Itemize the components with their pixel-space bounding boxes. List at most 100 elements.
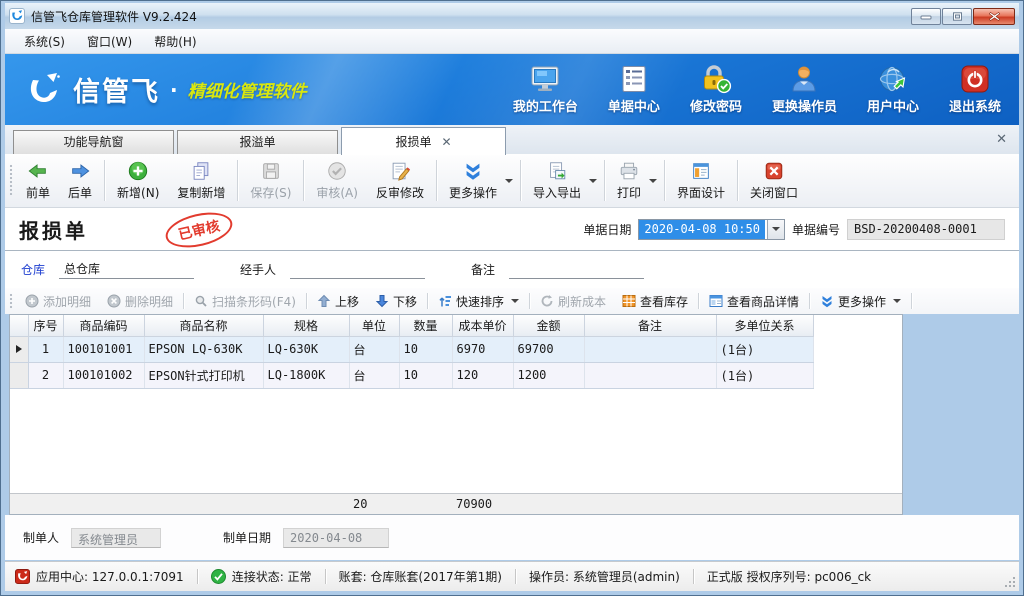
col-header-seq[interactable]: 序号 [28,315,63,336]
detail-toolbar-grip[interactable] [9,293,13,309]
tab-overflow-doc[interactable]: 报溢单 [177,130,338,155]
barcode-scanner-icon [194,294,208,308]
license-status: 正式版 授权序列号: pc006_ck [694,568,884,585]
col-header-product-code[interactable]: 商品编码 [63,315,144,336]
exit-system-button[interactable]: 退出系统 [949,64,1001,115]
doc-date-dropdown-button[interactable] [767,220,784,239]
doc-date-combobox[interactable]: 2020-04-08 10:50 [638,219,785,240]
new-button[interactable]: 新增(N) [108,156,168,205]
cell-product-name[interactable]: EPSON针式打印机 [144,362,263,388]
handler-field[interactable] [290,260,425,279]
row-selector-cell[interactable] [10,336,28,362]
brand-logo: 信管飞 · 精细化管理软件 [23,69,307,111]
remark-field[interactable] [509,260,644,279]
cell-cost-price[interactable]: 120 [452,362,513,388]
copy-new-button[interactable]: 复制新增 [168,156,234,205]
save-button: 保存(S) [241,156,300,205]
next-doc-button[interactable]: 后单 [59,156,101,205]
change-password-button[interactable]: 修改密码 [690,64,742,115]
cell-product-code[interactable]: 100101002 [63,362,144,388]
grid-row[interactable]: 1 100101001 EPSON LQ-630K LQ-630K 台 10 6… [10,336,813,362]
tab-damage-doc[interactable]: 报损单 ✕ [341,127,506,155]
menu-help[interactable]: 帮助(H) [143,30,207,53]
tab-function-nav[interactable]: 功能导航窗 [13,130,174,155]
doc-date-value[interactable]: 2020-04-08 10:50 [639,220,767,239]
cell-qty[interactable]: 10 [399,336,452,362]
cell-product-code[interactable]: 100101001 [63,336,144,362]
warehouse-field[interactable]: 总仓库 [59,260,194,279]
title-bar[interactable]: 信管飞仓库管理软件 V9.2.424 [5,3,1019,29]
scan-barcode-button: 扫描条形码(F4) [186,290,304,312]
toolbar-button-label: 反审修改 [376,184,424,201]
grid-row[interactable]: 2 100101002 EPSON针式打印机 LQ-1800K 台 10 120… [10,362,813,388]
cell-seq[interactable]: 2 [28,362,63,388]
print-button[interactable]: 打印 [608,156,661,205]
menu-system[interactable]: 系统(S) [13,30,76,53]
col-header-qty[interactable]: 数量 [399,315,452,336]
toolbar-grip[interactable] [9,164,13,197]
menu-window[interactable]: 窗口(W) [76,30,143,53]
cell-amount[interactable]: 1200 [513,362,584,388]
cell-amount[interactable]: 69700 [513,336,584,362]
view-product-detail-button[interactable]: 查看商品详情 [701,290,807,312]
toolbar-separator [237,160,238,201]
col-header-spec[interactable]: 规格 [263,315,349,336]
minimize-button[interactable] [911,8,941,25]
cell-spec[interactable]: LQ-630K [263,336,349,362]
switch-operator-button[interactable]: 更换操作员 [772,64,837,115]
form-header: 报损单 已审核 单据日期 2020-04-08 10:50 单据编号 BSD-2… [5,208,1019,251]
detail-more-actions-button[interactable]: 更多操作 [812,290,909,312]
cell-seq[interactable]: 1 [28,336,63,362]
col-header-cost-price[interactable]: 成本单价 [452,315,513,336]
cell-multi-unit[interactable]: (1台) [716,362,813,388]
cell-qty[interactable]: 10 [399,362,452,388]
ui-design-button[interactable]: 界面设计 [668,156,734,205]
cell-cost-price[interactable]: 6970 [452,336,513,362]
maximize-button[interactable] [942,8,972,25]
more-actions-button[interactable]: 更多操作 [440,156,517,205]
cell-product-name[interactable]: EPSON LQ-630K [144,336,263,362]
detail-grid: 序号 商品编码 商品名称 规格 单位 数量 成本单价 金额 备注 多单位关系 1… [9,314,903,515]
cell-remark[interactable] [584,336,716,362]
warehouse-label[interactable]: 仓库 [21,261,45,278]
unaudit-button[interactable]: 反审修改 [367,156,433,205]
cell-multi-unit[interactable]: (1台) [716,336,813,362]
footer-fields: 制单人 系统管理员 制单日期 2020-04-08 [5,515,1019,560]
view-stock-button[interactable]: 查看库存 [614,290,696,312]
move-up-button[interactable]: 上移 [309,290,367,312]
operator-text: 操作员: 系统管理员(admin) [529,568,680,585]
audit-button: 审核(A) [307,156,367,205]
detail-grid-table: 序号 商品编码 商品名称 规格 单位 数量 成本单价 金额 备注 多单位关系 1… [10,315,814,389]
cell-unit[interactable]: 台 [349,336,399,362]
document-center-button[interactable]: 单据中心 [608,64,660,115]
col-header-remark[interactable]: 备注 [584,315,716,336]
col-header-unit[interactable]: 单位 [349,315,399,336]
resize-grip[interactable] [1004,576,1016,588]
cell-spec[interactable]: LQ-1800K [263,362,349,388]
prev-doc-button[interactable]: 前单 [17,156,59,205]
row-selector-cell[interactable] [10,362,28,388]
workbench-monitor-icon [529,64,561,94]
cell-unit[interactable]: 台 [349,362,399,388]
col-header-multi-unit[interactable]: 多单位关系 [716,315,813,336]
my-workbench-button[interactable]: 我的工作台 [513,64,578,115]
tab-close-icon[interactable]: ✕ [441,136,451,148]
cell-remark[interactable] [584,362,716,388]
col-header-amount[interactable]: 金额 [513,315,584,336]
toolbar-button-label: 更多操作 [449,184,497,201]
tabstrip-close-icon[interactable]: ✕ [996,132,1007,147]
quick-sort-button[interactable]: 快速排序 [430,290,527,312]
import-export-button[interactable]: 导入导出 [524,156,601,205]
close-button[interactable] [973,8,1015,25]
current-row-marker-icon [16,345,22,353]
detail-toolbar-separator [529,293,530,309]
grid-empty-area[interactable] [10,389,902,494]
banner-actions: 我的工作台 单据中心 修改密码 更换操作员 [513,64,1001,115]
close-window-button[interactable]: 关闭窗口 [741,156,807,205]
toolbar-button-label: 界面设计 [677,184,725,201]
license-text: 正式版 授权序列号: pc006_ck [707,568,871,585]
user-center-button[interactable]: 用户中心 [867,64,919,115]
col-header-product-name[interactable]: 商品名称 [144,315,263,336]
move-down-button[interactable]: 下移 [367,290,425,312]
dropdown-arrow-icon [589,179,597,183]
